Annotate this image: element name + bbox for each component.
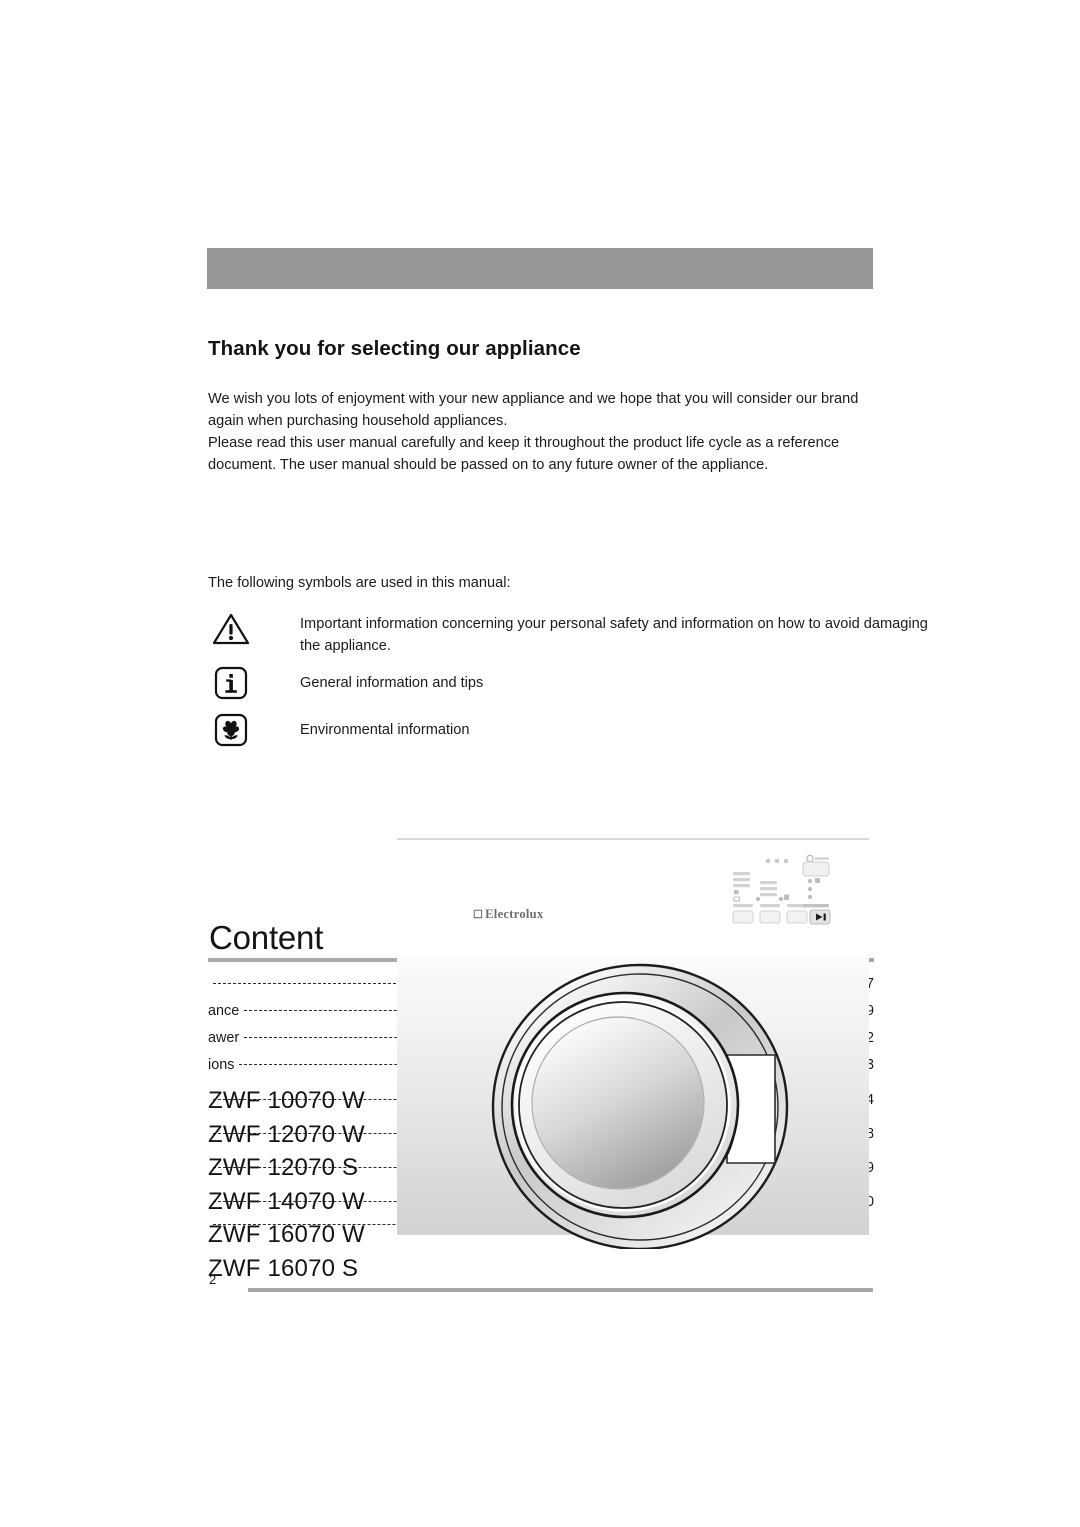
footer-page-number: 2 bbox=[209, 1272, 217, 1287]
model-number: ZWF 10070 W bbox=[208, 1087, 365, 1114]
toc-label: ions bbox=[208, 1057, 235, 1073]
symbol-info-text: General information and tips bbox=[300, 675, 484, 691]
content-heading: Content bbox=[209, 919, 324, 956]
environment-flower-icon bbox=[211, 710, 251, 750]
symbol-warning-text: Important information concerning your pe… bbox=[300, 616, 928, 655]
symbols-lead-in: The following symbols are used in this m… bbox=[208, 575, 511, 591]
brand-mark-icon: ☐ bbox=[473, 909, 484, 921]
manual-page: Thank you for selecting our appliance We… bbox=[0, 0, 1080, 1527]
model-number: ZWF 16070 S bbox=[208, 1254, 359, 1282]
toc-label: awer bbox=[208, 1030, 240, 1046]
page-title: Thank you for selecting our appliance bbox=[208, 337, 581, 360]
toc-label: ance bbox=[208, 1003, 240, 1019]
model-number: ZWF 16070 W bbox=[208, 1221, 365, 1248]
header-band bbox=[207, 248, 873, 289]
photo-top-rule bbox=[397, 838, 869, 840]
model-number: ZWF 12070 S bbox=[208, 1154, 359, 1181]
footer-rule bbox=[248, 1288, 873, 1292]
model-number: ZWF 12070 W bbox=[208, 1120, 365, 1148]
brand-name: Electrolux bbox=[485, 907, 544, 921]
intro-paragraph-1: We wish you lots of enjoyment with your … bbox=[208, 391, 859, 430]
control-panel-graphic bbox=[719, 851, 833, 927]
brand-logo: ☐ Electrolux bbox=[473, 907, 544, 922]
warning-triangle-icon bbox=[211, 609, 251, 649]
symbol-row-warning: Important information concerning your pe… bbox=[211, 609, 930, 658]
model-number: ZWF 14070 W bbox=[208, 1187, 365, 1215]
symbol-row-environment: Environmental information bbox=[211, 710, 930, 750]
symbol-row-info: General information and tips bbox=[211, 663, 930, 703]
product-photo: ☐ Electrolux bbox=[397, 835, 869, 1251]
intro-paragraph-2: Please read this user manual carefully a… bbox=[208, 435, 840, 474]
washing-machine-door-graphic bbox=[397, 955, 869, 1251]
model-number-list: ZWF 10070 W ZWF 12070 W ZWF 12070 S ZWF … bbox=[208, 1084, 365, 1285]
information-icon bbox=[211, 663, 251, 703]
symbol-environment-text: Environmental information bbox=[300, 722, 470, 738]
